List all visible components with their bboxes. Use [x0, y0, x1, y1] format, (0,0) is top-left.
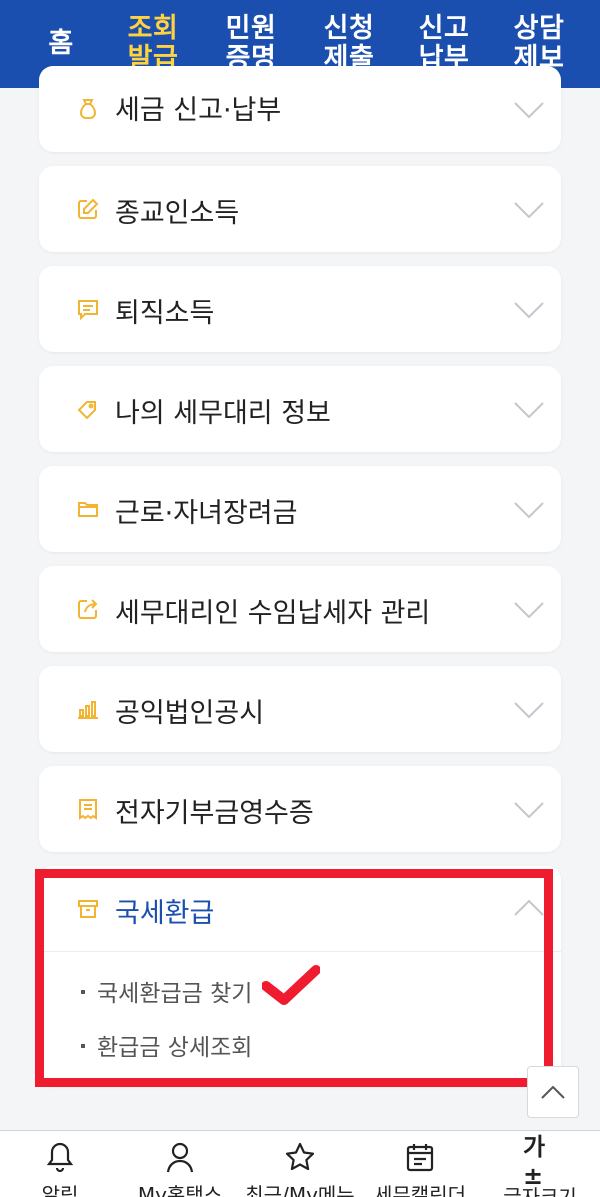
bottom-item-recent-my-menu[interactable]: 최근/My메뉴: [240, 1131, 360, 1197]
menu-item-religious-income[interactable]: 종교인소득: [39, 166, 561, 252]
bottom-bar: 알림 My홈택스 최근/My메뉴 세무캘린더 가± 글자크기: [0, 1130, 600, 1197]
bell-icon: [43, 1141, 77, 1173]
archive-box-icon: [75, 896, 101, 922]
tag-icon: [75, 396, 101, 422]
checkmark-icon: [262, 965, 320, 1005]
accordion-header[interactable]: 국세환급: [39, 866, 561, 952]
menu-item-label: 전자기부금영수증: [115, 798, 314, 829]
bottom-item-label: 최근/My메뉴: [245, 1183, 355, 1197]
font-size-icon: 가±: [523, 1132, 546, 1190]
menu-item-agent-client-management[interactable]: 세무대리인 수임납세자 관리: [39, 566, 561, 652]
bottom-item-alerts[interactable]: 알림: [0, 1131, 120, 1197]
submenu-find-refund[interactable]: 국세환급금 찾기: [81, 974, 252, 1008]
calendar-icon: [403, 1141, 437, 1173]
edit-icon: [75, 196, 101, 222]
chevron-down-icon: [514, 102, 544, 119]
user-icon: [163, 1141, 197, 1173]
bottom-item-my-hometax[interactable]: My홈택스: [120, 1131, 240, 1197]
menu-item-label: 종교인소득: [115, 198, 240, 229]
folder-icon: [75, 496, 101, 522]
external-link-icon: [75, 596, 101, 622]
money-bag-icon: [75, 96, 101, 122]
chevron-down-icon: [514, 302, 544, 319]
menu-item-label: 세무대리인 수임납세자 관리: [115, 598, 431, 629]
chevron-up-icon: [541, 1085, 565, 1099]
star-icon: [283, 1141, 317, 1173]
menu-item-label: 공익법인공시: [115, 698, 265, 729]
bottom-item-tax-calendar[interactable]: 세무캘린더: [360, 1131, 480, 1197]
menu-item-e-donation-receipt[interactable]: 전자기부금영수증: [39, 766, 561, 852]
menu-item-retirement-income[interactable]: 퇴직소득: [39, 266, 561, 352]
bar-chart-icon: [75, 696, 101, 722]
bottom-item-label: 세무캘린더: [374, 1183, 466, 1197]
menu-item-label: 퇴직소득: [115, 298, 215, 329]
menu-item-my-tax-agent-info[interactable]: 나의 세무대리 정보: [39, 366, 561, 452]
chevron-down-icon: [514, 502, 544, 519]
bottom-item-label: My홈택스: [137, 1183, 223, 1197]
chevron-up-icon: [514, 899, 544, 916]
bottom-item-label: 알림: [41, 1183, 79, 1197]
submenu-refund-detail[interactable]: 환급금 상세조회: [81, 1028, 252, 1062]
receipt-icon: [75, 796, 101, 822]
chevron-down-icon: [514, 602, 544, 619]
bottom-item-label: 글자크기: [503, 1185, 577, 1197]
chevron-down-icon: [514, 202, 544, 219]
chevron-down-icon: [514, 802, 544, 819]
menu-item-label: 근로·자녀장려금: [115, 498, 298, 529]
menu-item-earned-child-incentive[interactable]: 근로·자녀장려금: [39, 466, 561, 552]
chevron-down-icon: [514, 702, 544, 719]
menu-item-tax-report-pay[interactable]: 세금 신고·납부: [39, 66, 561, 152]
chevron-down-icon: [514, 402, 544, 419]
bottom-item-font-size[interactable]: 가± 글자크기: [480, 1131, 600, 1197]
scroll-to-top-button[interactable]: [527, 1066, 579, 1118]
message-icon: [75, 296, 101, 322]
menu-item-label: 세금 신고·납부: [115, 95, 282, 126]
menu-item-label: 국세환급: [115, 898, 215, 929]
menu-item-label: 나의 세무대리 정보: [115, 398, 331, 429]
menu-item-public-interest-disclosure[interactable]: 공익법인공시: [39, 666, 561, 752]
